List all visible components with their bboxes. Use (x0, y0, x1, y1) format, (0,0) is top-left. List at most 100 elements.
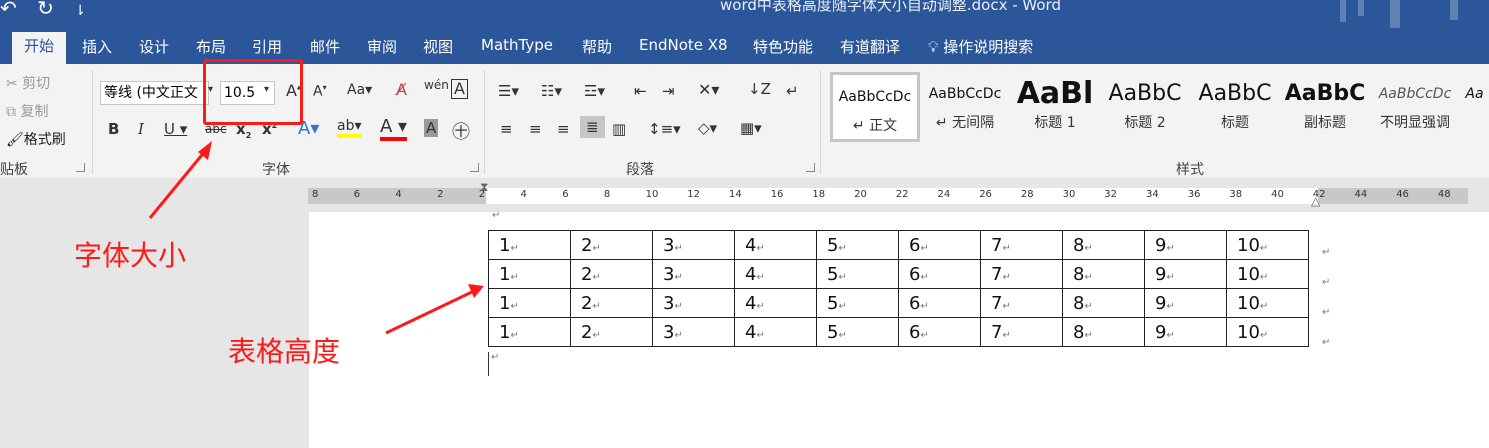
undo-icon[interactable]: ↶ (0, 0, 17, 20)
table-cell[interactable]: 10↵ (1226, 230, 1309, 260)
style-subtle-emphasis[interactable]: AaBbCcDc 不明显强调 (1370, 72, 1460, 142)
format-painter-button[interactable]: 🖌︎格式刷 (6, 129, 66, 149)
clipboard-launcher-icon[interactable] (76, 163, 85, 172)
table-cell[interactable]: 3↵ (652, 259, 735, 289)
table-cell[interactable]: 5↵ (816, 259, 899, 289)
tab-references[interactable]: 引用 (252, 36, 282, 57)
table-cell[interactable]: 4↵ (734, 230, 817, 260)
table-cell[interactable]: 4↵ (734, 259, 817, 289)
style-heading-1[interactable]: AaBl 标题 1 (1010, 72, 1100, 142)
tab-special-features[interactable]: 特色功能 (753, 36, 813, 57)
borders-icon[interactable]: ▦▾ (740, 119, 762, 137)
copy-button[interactable]: ⧉ 复制 (6, 101, 48, 121)
font-name-select[interactable]: 等线 (中文正文 (100, 81, 209, 105)
table-cell[interactable]: 2↵ (570, 288, 653, 318)
table-cell[interactable]: 2↵ (570, 317, 653, 347)
enclose-char-icon[interactable]: ㊉ (452, 118, 470, 144)
font-launcher-icon[interactable] (470, 163, 479, 172)
tab-layout[interactable]: 布局 (196, 36, 226, 57)
align-right-icon[interactable]: ≡ (557, 120, 570, 138)
table-cell[interactable]: 7↵ (980, 230, 1063, 260)
bold-icon[interactable]: B (108, 120, 119, 138)
table-cell[interactable]: 4↵ (734, 317, 817, 347)
document-table[interactable]: 1↵ 2↵ 3↵ 4↵ 5↵ 6↵ 7↵ 8↵ 9↵ 10↵ 1↵ 2↵ 3↵ 4↵ 5↵ 6↵ 7↵ 8↵ 9↵ 1… (488, 230, 1309, 347)
bullets-icon[interactable]: ☰▾ (498, 82, 519, 100)
table-cell[interactable]: 8↵ (1062, 259, 1145, 289)
phonetic-guide-icon[interactable]: wén (424, 78, 449, 92)
indent-marker-icon[interactable]: ⧗ (480, 180, 488, 195)
tab-view[interactable]: 视图 (423, 36, 453, 57)
style-subtitle[interactable]: AaBbC 副标题 (1280, 72, 1370, 142)
tell-me-search[interactable]: 💡︎ 操作说明搜索 (928, 36, 1033, 57)
style-more[interactable]: Aa (1460, 72, 1489, 142)
style-heading-2[interactable]: AaBbC 标题 2 (1100, 72, 1190, 142)
style-normal[interactable]: AaBbCcDc ↵ 正文 (830, 72, 920, 142)
customize-icon[interactable]: ⇂ (74, 3, 86, 19)
table-cell[interactable]: 8↵ (1062, 288, 1145, 318)
tab-youdao-translate[interactable]: 有道翻译 (840, 36, 900, 57)
style-no-spacing[interactable]: AaBbCcDc ↵ 无间隔 (920, 72, 1010, 142)
tab-endnote[interactable]: EndNote X8 (639, 36, 728, 54)
table-cell[interactable]: 1↵ (488, 288, 571, 318)
tab-help[interactable]: 帮助 (582, 36, 612, 57)
table-cell[interactable]: 6↵ (898, 230, 981, 260)
italic-icon[interactable]: I (138, 120, 144, 138)
char-border-icon[interactable]: A (451, 79, 468, 99)
table-cell[interactable]: 1↵ (488, 259, 571, 289)
table-cell[interactable]: 7↵ (980, 259, 1063, 289)
distributed-icon[interactable]: ▥ (612, 120, 626, 138)
table-cell[interactable]: 3↵ (652, 288, 735, 318)
table-cell[interactable]: 3↵ (652, 317, 735, 347)
change-case-icon[interactable]: Aa▾ (347, 82, 372, 98)
table-cell[interactable]: 7↵ (980, 288, 1063, 318)
tab-review[interactable]: 审阅 (367, 36, 397, 57)
tab-home[interactable]: 开始 (12, 32, 67, 64)
font-color-icon[interactable]: A ▾ (380, 116, 408, 141)
shading-icon[interactable]: ◇▾ (698, 119, 717, 137)
table-cell[interactable]: 2↵ (570, 259, 653, 289)
table-cell[interactable]: 9↵ (1144, 259, 1227, 289)
justify-icon[interactable]: ≣ (580, 116, 605, 138)
table-cell[interactable]: 8↵ (1062, 317, 1145, 347)
table-cell[interactable]: 10↵ (1226, 288, 1309, 318)
table-cell[interactable]: 8↵ (1062, 230, 1145, 260)
decrease-indent-icon[interactable]: ⇤ (634, 82, 647, 100)
table-cell[interactable]: 3↵ (652, 230, 735, 260)
table-cell[interactable]: 9↵ (1144, 288, 1227, 318)
numbering-icon[interactable]: ☷▾ (541, 82, 562, 100)
tab-insert[interactable]: 插入 (82, 36, 112, 57)
redo-icon[interactable]: ↻ (37, 0, 54, 20)
tab-design[interactable]: 设计 (139, 36, 169, 57)
table-cell[interactable]: 5↵ (816, 317, 899, 347)
table-cell[interactable]: 10↵ (1226, 317, 1309, 347)
paragraph-launcher-icon[interactable] (806, 163, 815, 172)
tab-mathtype[interactable]: MathType (481, 36, 553, 54)
shrink-font-icon[interactable]: A▾ (313, 83, 327, 100)
table-cell[interactable]: 4↵ (734, 288, 817, 318)
chinese-layout-icon[interactable]: ✕▾ (698, 80, 719, 99)
table-cell[interactable]: 5↵ (816, 288, 899, 318)
line-spacing-icon[interactable]: ↕≡▾ (648, 120, 681, 138)
table-cell[interactable]: 2↵ (570, 230, 653, 260)
cut-button[interactable]: ✂ 剪切 (6, 73, 50, 93)
sort-icon[interactable]: ↓Z (748, 80, 771, 98)
table-cell[interactable]: 5↵ (816, 230, 899, 260)
table-cell[interactable]: 9↵ (1144, 317, 1227, 347)
table-cell[interactable]: 1↵ (488, 230, 571, 260)
table-cell[interactable]: 10↵ (1226, 259, 1309, 289)
table-cell[interactable]: 1↵ (488, 317, 571, 347)
table-cell[interactable]: 9↵ (1144, 230, 1227, 260)
table-cell[interactable]: 6↵ (898, 288, 981, 318)
style-title[interactable]: AaBbC 标题 (1190, 72, 1280, 142)
multilevel-list-icon[interactable]: ☲▾ (584, 82, 605, 100)
show-marks-icon[interactable]: ↵ (786, 82, 799, 100)
table-cell[interactable]: 6↵ (898, 259, 981, 289)
highlight-icon[interactable]: ab▾ (337, 118, 362, 138)
clear-formatting-icon[interactable]: A̸ (396, 80, 407, 99)
underline-icon[interactable]: U ▾ (164, 120, 187, 138)
tab-mailings[interactable]: 邮件 (310, 36, 340, 57)
table-cell[interactable]: 7↵ (980, 317, 1063, 347)
char-shading-icon[interactable]: A (424, 119, 439, 137)
align-left-icon[interactable]: ≡ (500, 120, 513, 138)
table-cell[interactable]: 6↵ (898, 317, 981, 347)
